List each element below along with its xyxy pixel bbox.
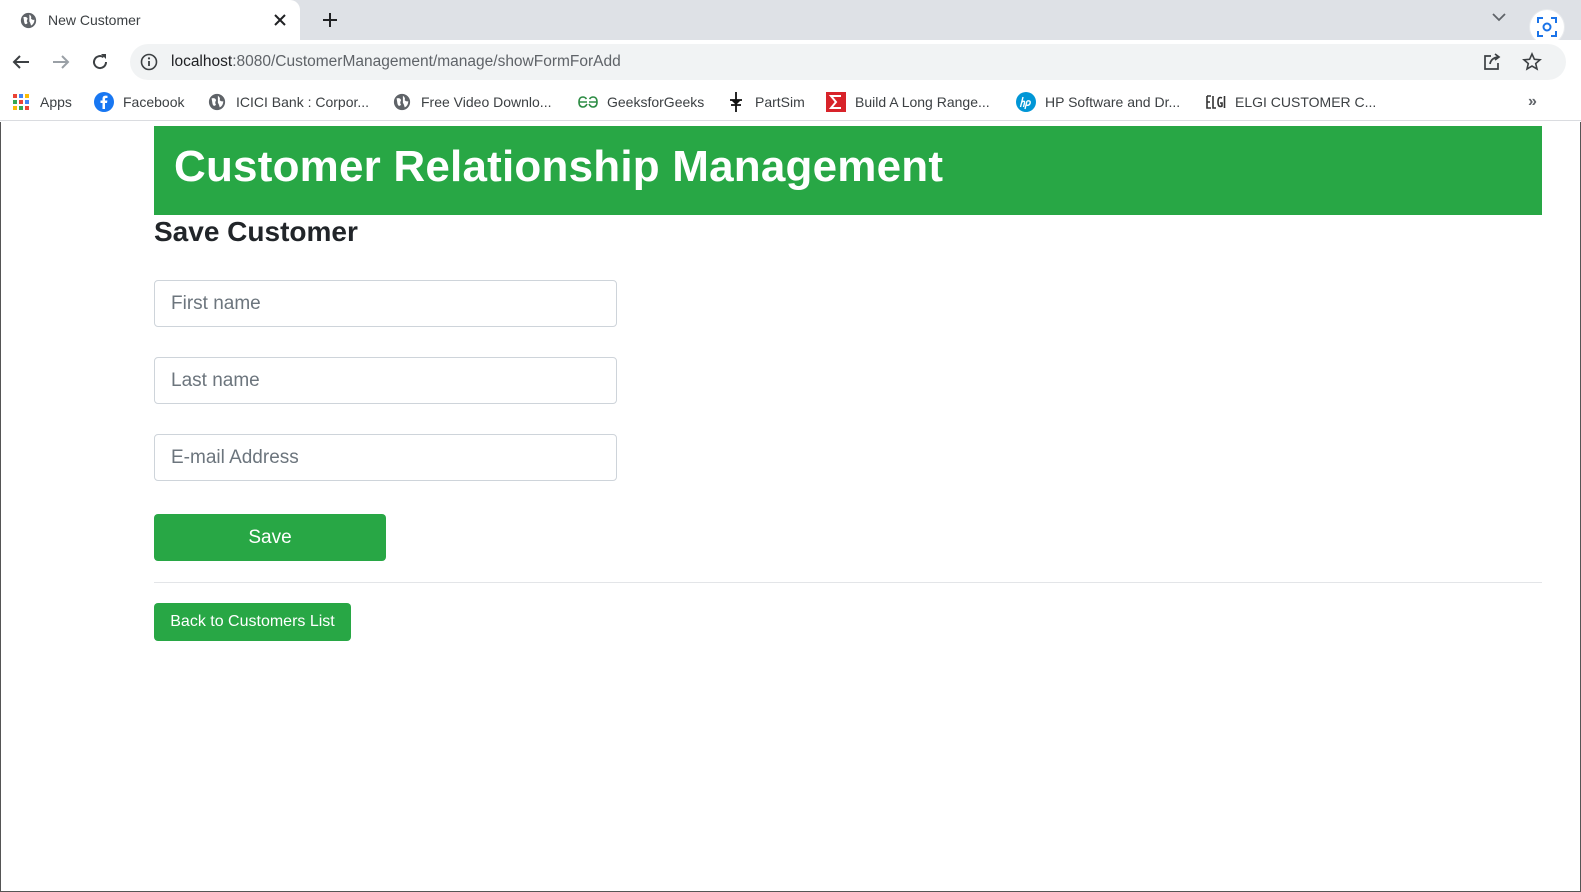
info-icon[interactable]: [140, 53, 158, 71]
bookmark-geeksforgeeks[interactable]: GeeksforGeeks: [578, 92, 704, 112]
url-host: localhost: [171, 53, 233, 70]
bookmark-partsim[interactable]: PartSim: [726, 92, 805, 112]
bookmark-free-video[interactable]: Free Video Downlo...: [392, 92, 551, 112]
back-arrow-icon[interactable]: [9, 50, 33, 74]
globe-icon: [207, 92, 227, 112]
bookmark-label: Build A Long Range...: [855, 94, 990, 110]
last-name-input[interactable]: [154, 357, 617, 404]
bookmark-label: ICICI Bank : Corpor...: [236, 94, 370, 110]
hp-icon: [1016, 92, 1036, 112]
tab-strip: New Customer: [0, 0, 1581, 44]
share-icon[interactable]: [1482, 52, 1502, 72]
chevron-down-icon[interactable]: [1488, 6, 1510, 28]
page-title: Customer Relationship Management: [174, 142, 944, 191]
bookmark-build-long-range[interactable]: Build A Long Range...: [826, 92, 990, 112]
google-lens-icon[interactable]: [1530, 10, 1564, 44]
close-tab-icon[interactable]: [270, 10, 290, 30]
bookmark-hp[interactable]: HP Software and Dr...: [1016, 92, 1180, 112]
new-tab-plus-icon[interactable]: [318, 8, 342, 32]
forward-arrow-icon[interactable]: [49, 50, 73, 74]
bookmarks-bar: Apps Facebook ICICI Bank : Corpor... Fre…: [0, 85, 1581, 121]
bookmark-icici[interactable]: ICICI Bank : Corpor...: [207, 92, 369, 112]
bookmark-label: HP Software and Dr...: [1045, 94, 1181, 110]
address-bar[interactable]: localhost:8080/CustomerManagement/manage…: [130, 44, 1566, 80]
bookmark-apps[interactable]: Apps: [11, 92, 72, 112]
geeksforgeeks-icon: [578, 92, 598, 112]
back-to-customers-list-button[interactable]: Back to Customers List: [154, 603, 351, 641]
globe-icon: [18, 10, 38, 30]
bookmark-facebook[interactable]: Facebook: [94, 92, 184, 112]
page-content: Customer Relationship Management Save Cu…: [0, 122, 1581, 892]
bookmark-label: Free Video Downlo...: [421, 94, 552, 110]
browser-toolbar: localhost:8080/CustomerManagement/manage…: [0, 40, 1581, 85]
url-text[interactable]: localhost:8080/CustomerManagement/manage…: [171, 53, 621, 71]
globe-icon: [392, 92, 412, 112]
tab-title: New Customer: [48, 12, 141, 28]
facebook-icon: [94, 92, 114, 112]
bookmark-label: Apps: [40, 94, 72, 110]
email-input[interactable]: [154, 434, 617, 481]
bookmark-label: Facebook: [123, 94, 185, 110]
elgi-icon: [1206, 92, 1226, 112]
divider: [154, 582, 1542, 583]
save-button[interactable]: Save: [154, 514, 386, 561]
more-bookmarks-icon[interactable]: »: [1528, 93, 1537, 111]
sigma-icon: [826, 92, 846, 112]
bookmark-label: PartSim: [755, 94, 805, 110]
reload-icon[interactable]: [88, 50, 112, 74]
bookmark-label: GeeksforGeeks: [607, 94, 705, 110]
first-name-input[interactable]: [154, 280, 617, 327]
tab-active[interactable]: New Customer: [0, 0, 300, 40]
form-title: Save Customer: [154, 216, 358, 247]
partsim-icon: [726, 92, 746, 112]
header-banner: Customer Relationship Management: [154, 126, 1542, 215]
apps-grid-icon: [11, 92, 31, 112]
bookmark-elgi[interactable]: ELGI CUSTOMER C...: [1206, 92, 1376, 112]
url-path: :8080/CustomerManagement/manage/showForm…: [232, 53, 621, 70]
bookmark-star-icon[interactable]: [1522, 52, 1542, 72]
bookmark-label: ELGI CUSTOMER C...: [1235, 94, 1377, 110]
